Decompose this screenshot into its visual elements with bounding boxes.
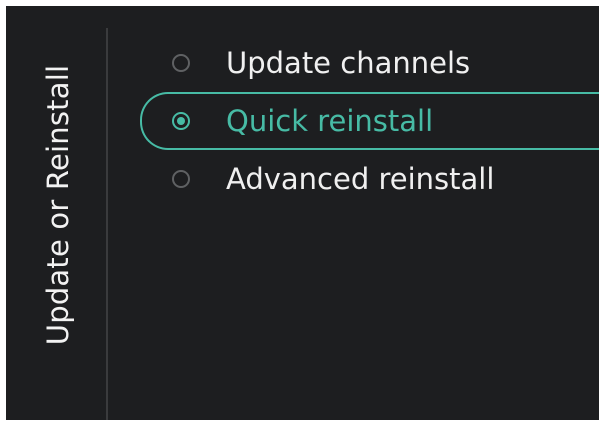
vertical-divider bbox=[106, 28, 108, 420]
option-advanced-reinstall[interactable]: Advanced reinstall bbox=[140, 150, 599, 208]
radio-button-icon[interactable] bbox=[172, 170, 190, 188]
option-list: Update channels Quick reinstall Advanced… bbox=[140, 34, 599, 208]
radio-button-selected-icon[interactable] bbox=[172, 112, 190, 130]
tv-menu-screen: Update or Reinstall Update channels Quic… bbox=[6, 6, 599, 420]
option-update-channels[interactable]: Update channels bbox=[140, 34, 599, 92]
option-label: Quick reinstall bbox=[226, 104, 434, 138]
option-quick-reinstall[interactable]: Quick reinstall bbox=[140, 92, 599, 150]
option-label: Advanced reinstall bbox=[226, 162, 495, 196]
option-label: Update channels bbox=[226, 46, 471, 80]
panel-title-container: Update or Reinstall bbox=[26, 20, 90, 390]
radio-button-icon[interactable] bbox=[172, 54, 190, 72]
panel-title: Update or Reinstall bbox=[41, 64, 75, 346]
